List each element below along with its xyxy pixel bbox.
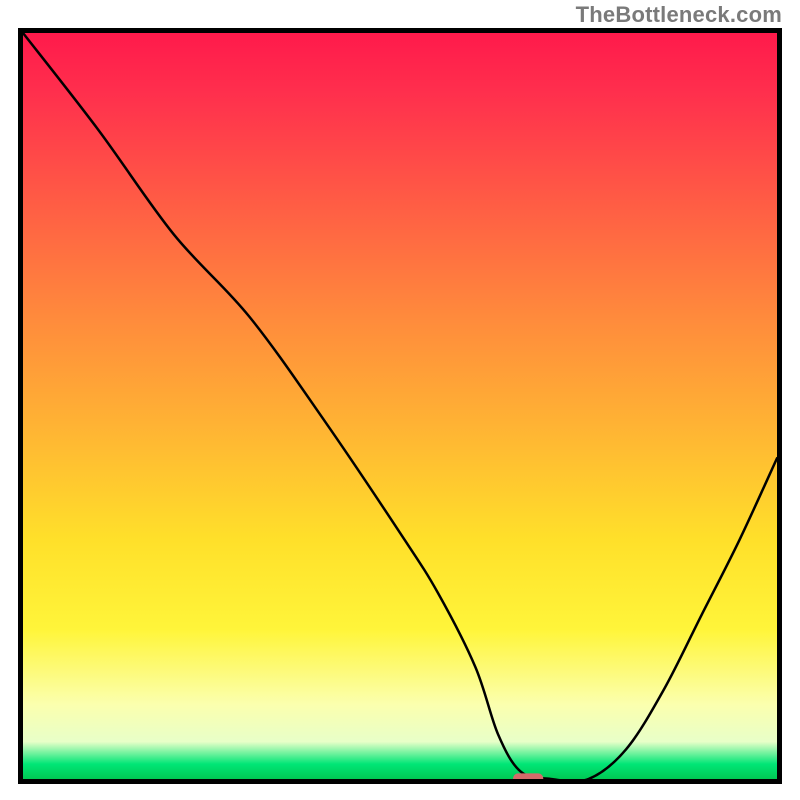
bottleneck-curve xyxy=(23,33,777,779)
plot-frame xyxy=(18,28,782,784)
chart-container: TheBottleneck.com xyxy=(0,0,800,800)
optimal-point-marker xyxy=(513,773,543,779)
watermark-label: TheBottleneck.com xyxy=(576,2,782,28)
curve-layer xyxy=(23,33,777,779)
